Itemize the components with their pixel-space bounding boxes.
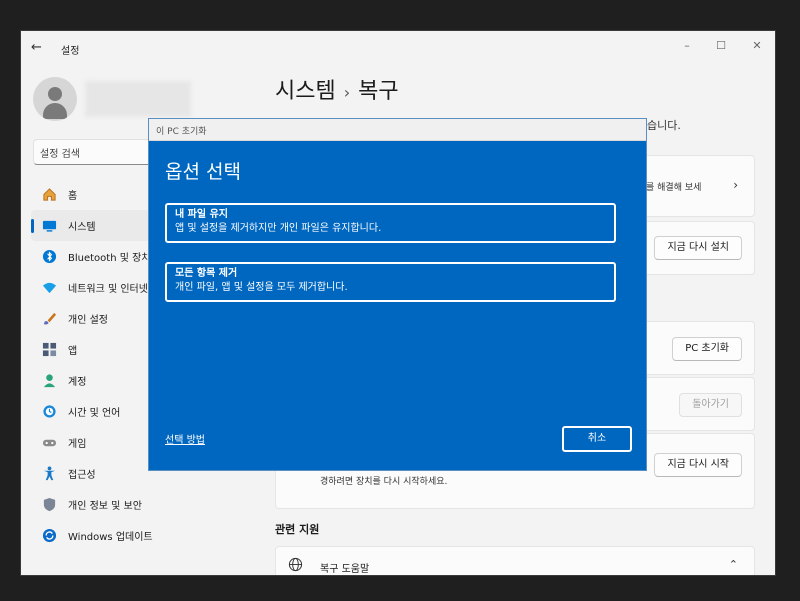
- dialog-title: 이 PC 초기화: [149, 119, 646, 141]
- reset-pc-dialog: 이 PC 초기화 옵션 선택 내 파일 유지 앱 및 설정을 제거하지만 개인 …: [148, 118, 647, 471]
- brush-icon: [41, 311, 57, 327]
- close-button[interactable]: ✕: [747, 38, 767, 54]
- sidebar-item-label: 네트워크 및 인터넷: [68, 284, 148, 295]
- bluetooth-icon: [41, 249, 57, 265]
- home-icon: [41, 187, 57, 203]
- clock-globe-icon: [41, 404, 57, 420]
- gamepad-icon: [41, 435, 57, 451]
- back-arrow-icon[interactable]: ←: [31, 40, 47, 56]
- breadcrumb-parent[interactable]: 시스템: [275, 79, 336, 104]
- related-support-heading: 관련 지원: [275, 523, 320, 536]
- keep-my-files-option[interactable]: 내 파일 유지 앱 및 설정을 제거하지만 개인 파일은 유지합니다.: [165, 203, 616, 243]
- option-title: 내 파일 유지: [175, 209, 228, 220]
- sidebar-item-label: 계정: [68, 377, 87, 388]
- sidebar-item-label: 시간 및 언어: [68, 408, 121, 419]
- breadcrumb-separator: ›: [343, 83, 351, 102]
- page-subtitle: 습니다.: [647, 119, 681, 132]
- system-icon: [41, 218, 57, 234]
- advanced-startup-desc: 경하려면 장치를 다시 시작하세요.: [320, 477, 448, 487]
- apps-icon: [41, 342, 57, 358]
- option-description: 개인 파일, 앱 및 설정을 모두 제거합니다.: [175, 282, 348, 293]
- reinstall-now-button[interactable]: 지금 다시 설치: [654, 236, 742, 260]
- cancel-button[interactable]: 취소: [562, 426, 632, 452]
- sidebar-item-windows-update[interactable]: Windows 업데이트: [31, 520, 261, 551]
- app-title: 설정: [61, 46, 80, 57]
- sidebar-item-label: 개인 정보 및 보안: [68, 501, 142, 512]
- sidebar-item-label: 접근성: [68, 470, 96, 481]
- recovery-help-card[interactable]: 복구 도움말 ⌃: [275, 546, 755, 575]
- globe-icon: [288, 557, 303, 575]
- dialog-heading: 옵션 선택: [165, 161, 241, 183]
- fix-problems-text: 를 해결해 보세: [646, 183, 702, 193]
- shield-icon: [41, 497, 57, 513]
- minimize-button[interactable]: –: [677, 38, 697, 54]
- sidebar-item-label: 게임: [68, 439, 87, 450]
- reset-pc-button[interactable]: PC 초기화: [672, 337, 742, 361]
- avatar-head-icon: [48, 87, 62, 101]
- account-icon: [41, 373, 57, 389]
- sidebar-item-label: 개인 설정: [68, 315, 108, 326]
- avatar[interactable]: [33, 77, 77, 121]
- remove-everything-option[interactable]: 모든 항목 제거 개인 파일, 앱 및 설정을 모두 제거합니다.: [165, 262, 616, 302]
- go-back-button[interactable]: 돌아가기: [679, 393, 742, 417]
- sidebar-item-label: Windows 업데이트: [68, 532, 153, 543]
- maximize-button[interactable]: ☐: [711, 38, 731, 54]
- blurred-username: [85, 81, 191, 117]
- sidebar-item-label: 앱: [68, 346, 78, 357]
- option-description: 앱 및 설정을 제거하지만 개인 파일은 유지합니다.: [175, 223, 382, 234]
- sidebar-item-label: 시스템: [68, 222, 96, 233]
- recovery-help-label: 복구 도움말: [320, 564, 370, 575]
- option-title: 모든 항목 제거: [175, 268, 238, 279]
- chevron-up-icon[interactable]: ⌃: [729, 558, 738, 571]
- title-bar: ← 설정 – ☐ ✕: [21, 31, 775, 65]
- sidebar-item-label: 홈: [68, 191, 78, 202]
- sidebar-item-privacy[interactable]: 개인 정보 및 보안: [31, 489, 261, 520]
- sidebar-item-label: Bluetooth 및 장치: [68, 253, 151, 264]
- help-me-choose-link[interactable]: 선택 방법: [165, 431, 205, 446]
- update-icon: [41, 528, 57, 544]
- breadcrumb: 시스템 › 복구: [275, 73, 399, 105]
- network-icon: [41, 280, 57, 296]
- accessibility-icon: [41, 466, 57, 482]
- page-title: 복구: [358, 79, 399, 104]
- avatar-body-icon: [43, 103, 67, 119]
- restart-now-button[interactable]: 지금 다시 시작: [654, 453, 742, 477]
- chevron-right-icon: ›: [733, 178, 738, 192]
